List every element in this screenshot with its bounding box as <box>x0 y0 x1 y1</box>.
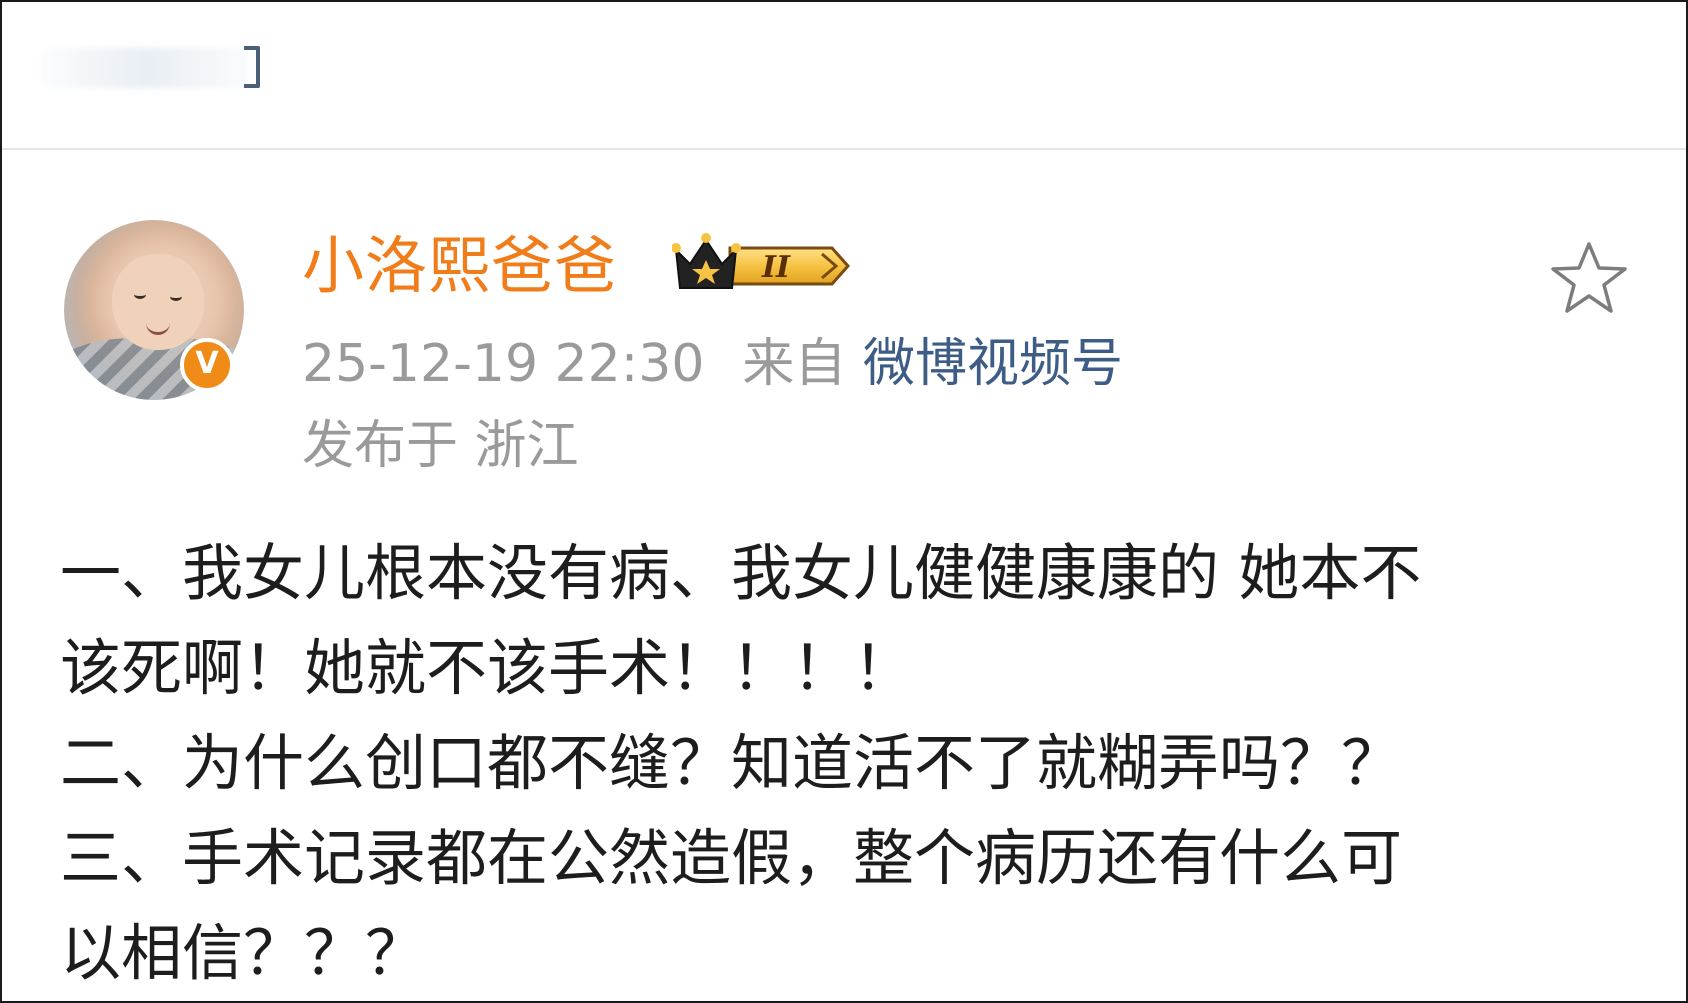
crown-jewel-right <box>731 243 741 253</box>
username[interactable]: 小洛熙爸爸 <box>302 228 617 304</box>
post-body-line: 二、为什么创口都不缝？知道活不了就糊弄吗？？ <box>60 728 1403 799</box>
post-location: 发布于 浙江 <box>302 416 579 476</box>
post-body-line: 以相信？？？ <box>60 918 427 989</box>
source-prefix: 来自 <box>742 334 847 394</box>
crown-jewel-left <box>672 243 681 253</box>
crown-vip-badge-icon[interactable]: II <box>672 232 852 300</box>
post-body-line: 该死啊！她就不该手术！！！！ <box>60 633 915 704</box>
screenshot-frame: V 小洛熙爸爸 II 25-12-19 22:30 来自 微博视频号 发布于 浙江… <box>0 0 1688 1003</box>
avatar-eye-left <box>134 290 146 299</box>
source-app-link[interactable]: 微博视频号 <box>863 334 1123 394</box>
post-body-line: 一、我女儿根本没有病、我女儿健健康康的 她本不 <box>60 538 1422 609</box>
back-button[interactable] <box>40 38 260 98</box>
post-body-line: 三、手术记录都在公然造假，整个病历还有什么可 <box>60 823 1403 894</box>
back-bracket-icon <box>244 46 260 88</box>
avatar-eye-right <box>170 292 182 301</box>
top-navigation-bar <box>2 2 1686 150</box>
crown-jewel-center <box>701 233 711 243</box>
vip-level-label: II <box>761 250 791 285</box>
verified-v-badge-icon: V <box>180 338 234 392</box>
verified-badge-label: V <box>195 346 219 381</box>
blurred-nav-title <box>40 48 250 88</box>
avatar[interactable]: V <box>64 220 244 400</box>
favorite-star-shape <box>1551 242 1627 313</box>
post-body-text: 一、我女儿根本没有病、我女儿健健康康的 她本不 该死啊！她就不该手术！！！！ 二… <box>60 526 1640 1001</box>
post-meta: 25-12-19 22:30 来自 微博视频号 <box>302 332 1123 396</box>
post-timestamp: 25-12-19 22:30 <box>302 334 705 394</box>
star-outline-icon[interactable] <box>1548 238 1630 320</box>
avatar-face <box>112 254 204 350</box>
